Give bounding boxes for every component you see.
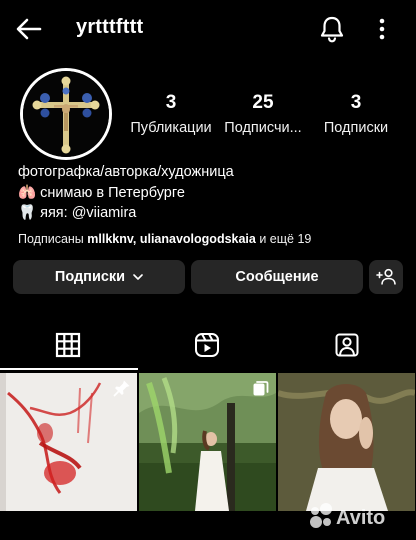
bio-line-1: фотографка/авторка/художница [18, 164, 234, 180]
stat-posts[interactable]: 3 Публикации [126, 92, 216, 137]
message-button[interactable]: Сообщение [191, 260, 363, 294]
stat-posts-label: Публикации [130, 120, 212, 136]
add-user-button[interactable] [369, 260, 403, 294]
bio-line-3-text[interactable]: яяя: @viiamira [40, 205, 136, 221]
profile-username: yrtttfttt [76, 16, 144, 38]
stat-followers-value: 25 [252, 92, 274, 113]
more-options-icon[interactable] [372, 14, 392, 44]
bio-line-3: 🦷 яяя: @viiamira [18, 203, 234, 224]
post-thumbnail[interactable] [0, 373, 137, 511]
carousel-icon [253, 381, 269, 396]
stat-posts-value: 3 [165, 92, 177, 113]
bio-line-2: 🫁 снимаю в Петербурге [18, 183, 234, 204]
reels-icon[interactable] [194, 332, 220, 358]
profile-bio: фотографка/авторка/художница 🫁 снимаю в … [18, 162, 234, 224]
notification-bell-icon[interactable] [318, 14, 346, 44]
followed-by-prefix: Подписаны [18, 232, 84, 246]
message-button-label: Сообщение [235, 269, 319, 285]
bio-line-2-text: снимаю в Петербурге [40, 184, 185, 201]
active-tab-indicator [0, 368, 138, 370]
stat-followers-label: Подписчи... [224, 120, 302, 136]
pin-icon [113, 380, 130, 397]
add-user-icon [376, 268, 396, 285]
lungs-icon: 🫁 [18, 184, 37, 201]
avito-watermark: Avito [310, 503, 385, 529]
stat-followers[interactable]: 25 Подписчи... [219, 92, 307, 137]
watermark-text: Avito [336, 507, 385, 529]
post-image [278, 373, 415, 511]
tooth-icon: 🦷 [18, 205, 37, 221]
avatar-image [23, 71, 109, 157]
followed-by-names[interactable]: mllkknv, ulianavologodskaia [87, 232, 256, 246]
stat-following[interactable]: 3 Подписки [316, 92, 396, 137]
stat-following-label: Подписки [323, 120, 389, 136]
profile-avatar[interactable] [20, 68, 112, 160]
post-thumbnail[interactable] [139, 373, 276, 511]
grid-icon[interactable] [55, 332, 81, 358]
followed-by[interactable]: Подписаны mllkknv, ulianavologodskaia и … [18, 232, 311, 246]
tagged-icon[interactable] [334, 332, 360, 358]
top-bar: yrtttfttt [0, 0, 416, 58]
stat-following-value: 3 [350, 92, 362, 113]
post-thumbnail[interactable] [278, 373, 415, 511]
chevron-down-icon [133, 274, 143, 280]
followed-by-suffix: и ещё 19 [259, 232, 312, 246]
following-button[interactable]: Подписки [13, 260, 185, 294]
following-button-label: Подписки [54, 269, 126, 285]
profile-tabs [0, 320, 416, 370]
back-arrow-icon[interactable] [14, 14, 44, 44]
